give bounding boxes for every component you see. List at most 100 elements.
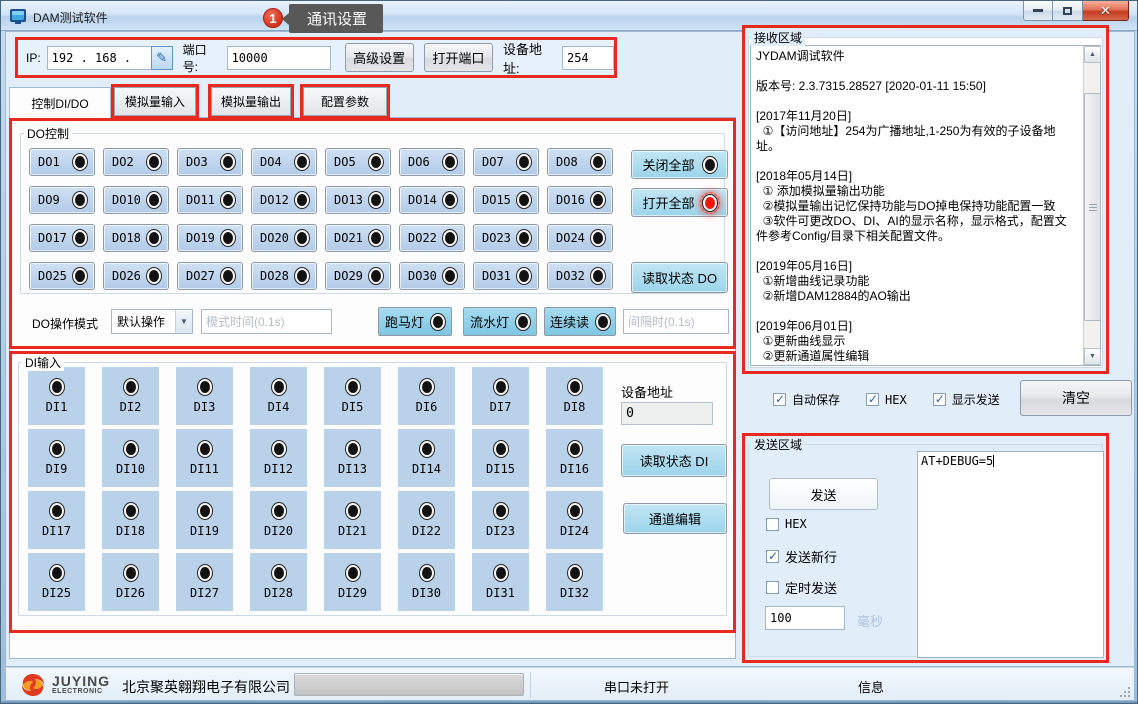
- di-channel-cell[interactable]: DI4: [250, 367, 307, 425]
- do-channel-button[interactable]: DO32: [547, 262, 613, 290]
- di-channel-cell[interactable]: DI1: [28, 367, 85, 425]
- maximize-button[interactable]: [1053, 1, 1083, 21]
- device-addr-input[interactable]: [562, 46, 614, 70]
- read-do-status-button[interactable]: 读取状态 DO: [631, 262, 728, 293]
- do-channel-button[interactable]: DO21: [325, 224, 391, 252]
- receive-log[interactable]: JYDAM调试软件 版本号: 2.3.7315.28527 [2020-01-1…: [750, 45, 1101, 366]
- do-mode-select[interactable]: 默认操作 ▼: [111, 309, 193, 334]
- di-channel-cell[interactable]: DI23: [472, 491, 529, 549]
- close-button[interactable]: ✕: [1083, 1, 1129, 21]
- di-channel-cell[interactable]: DI27: [176, 553, 233, 611]
- flow-light-button[interactable]: 流水灯: [463, 307, 537, 336]
- close-all-button[interactable]: 关闭全部: [631, 150, 728, 179]
- read-di-status-button[interactable]: 读取状态 DI: [621, 444, 727, 477]
- di-channel-cell[interactable]: DI14: [398, 429, 455, 487]
- tab-control-dido[interactable]: 控制DI/DO: [9, 87, 111, 118]
- receive-scrollbar[interactable]: ▲ ▼: [1083, 46, 1100, 365]
- do-channel-button[interactable]: DO10: [103, 186, 169, 214]
- di-channel-cell[interactable]: DI15: [472, 429, 529, 487]
- di-channel-cell[interactable]: DI26: [102, 553, 159, 611]
- do-channel-button[interactable]: DO23: [473, 224, 539, 252]
- do-channel-button[interactable]: DO6: [399, 148, 465, 176]
- do-channel-button[interactable]: DO4: [251, 148, 317, 176]
- di-channel-cell[interactable]: DI21: [324, 491, 381, 549]
- send-interval-input[interactable]: [765, 606, 845, 630]
- di-device-addr-input[interactable]: [621, 402, 713, 425]
- do-channel-button[interactable]: DO7: [473, 148, 539, 176]
- tab-config-params[interactable]: 配置参数: [303, 87, 387, 116]
- di-channel-cell[interactable]: DI11: [176, 429, 233, 487]
- di-channel-cell[interactable]: DI7: [472, 367, 529, 425]
- send-textarea[interactable]: AT+DEBUG=5: [917, 451, 1104, 658]
- do-channel-button[interactable]: DO24: [547, 224, 613, 252]
- autosave-checkbox[interactable]: 自动保存: [773, 391, 840, 408]
- di-channel-cell[interactable]: DI30: [398, 553, 455, 611]
- send-hex-checkbox[interactable]: HEX: [766, 517, 807, 531]
- interval-input[interactable]: [623, 309, 729, 334]
- do-channel-button[interactable]: DO9: [29, 186, 95, 214]
- minimize-button[interactable]: [1023, 1, 1053, 21]
- do-channel-button[interactable]: DO14: [399, 186, 465, 214]
- di-channel-cell[interactable]: DI28: [250, 553, 307, 611]
- do-channel-button[interactable]: DO19: [177, 224, 243, 252]
- channel-edit-button[interactable]: 通道编辑: [623, 503, 727, 534]
- scrollbar-down-button[interactable]: ▼: [1084, 348, 1101, 365]
- do-channel-button[interactable]: DO11: [177, 186, 243, 214]
- di-channel-cell[interactable]: DI17: [28, 491, 85, 549]
- do-channel-button[interactable]: DO1: [29, 148, 95, 176]
- recv-hex-checkbox[interactable]: HEX: [866, 393, 907, 407]
- di-channel-cell[interactable]: DI25: [28, 553, 85, 611]
- do-channel-button[interactable]: DO12: [251, 186, 317, 214]
- di-channel-cell[interactable]: DI12: [250, 429, 307, 487]
- do-channel-button[interactable]: DO29: [325, 262, 391, 290]
- di-channel-cell[interactable]: DI5: [324, 367, 381, 425]
- scrollbar-thumb[interactable]: [1084, 93, 1101, 321]
- port-input[interactable]: [227, 46, 331, 70]
- continuous-read-button[interactable]: 连续读: [544, 307, 616, 336]
- di-channel-cell[interactable]: DI8: [546, 367, 603, 425]
- send-newline-checkbox[interactable]: 发送新行: [766, 547, 837, 566]
- di-channel-cell[interactable]: DI13: [324, 429, 381, 487]
- do-channel-button[interactable]: DO16: [547, 186, 613, 214]
- do-channel-button[interactable]: DO5: [325, 148, 391, 176]
- do-channel-button[interactable]: DO8: [547, 148, 613, 176]
- do-channel-button[interactable]: DO30: [399, 262, 465, 290]
- mode-time-input[interactable]: [201, 309, 332, 334]
- di-channel-cell[interactable]: DI31: [472, 553, 529, 611]
- do-channel-button[interactable]: DO15: [473, 186, 539, 214]
- di-channel-cell[interactable]: DI20: [250, 491, 307, 549]
- do-channel-button[interactable]: DO3: [177, 148, 243, 176]
- do-channel-button[interactable]: DO31: [473, 262, 539, 290]
- tab-analog-output[interactable]: 模拟量输出: [211, 87, 291, 116]
- ip-input[interactable]: [47, 46, 151, 70]
- send-button[interactable]: 发送: [769, 478, 878, 510]
- do-channel-button[interactable]: DO20: [251, 224, 317, 252]
- resize-grip[interactable]: [1118, 685, 1130, 697]
- di-channel-cell[interactable]: DI3: [176, 367, 233, 425]
- edit-ip-button[interactable]: ✎: [151, 46, 173, 70]
- do-channel-button[interactable]: DO25: [29, 262, 95, 290]
- di-channel-cell[interactable]: DI16: [546, 429, 603, 487]
- advanced-settings-button[interactable]: 高级设置: [345, 43, 414, 72]
- do-channel-button[interactable]: DO2: [103, 148, 169, 176]
- di-channel-cell[interactable]: DI18: [102, 491, 159, 549]
- open-port-button[interactable]: 打开端口: [424, 43, 493, 72]
- di-channel-cell[interactable]: DI6: [398, 367, 455, 425]
- show-send-checkbox[interactable]: 显示发送: [933, 391, 1000, 408]
- do-channel-button[interactable]: DO26: [103, 262, 169, 290]
- di-channel-cell[interactable]: DI29: [324, 553, 381, 611]
- scrollbar-up-button[interactable]: ▲: [1084, 46, 1101, 63]
- di-channel-cell[interactable]: DI19: [176, 491, 233, 549]
- do-channel-button[interactable]: DO13: [325, 186, 391, 214]
- di-channel-cell[interactable]: DI32: [546, 553, 603, 611]
- di-channel-cell[interactable]: DI24: [546, 491, 603, 549]
- do-channel-button[interactable]: DO27: [177, 262, 243, 290]
- di-channel-cell[interactable]: DI2: [102, 367, 159, 425]
- open-all-button[interactable]: 打开全部: [631, 188, 728, 217]
- do-channel-button[interactable]: DO22: [399, 224, 465, 252]
- clear-button[interactable]: 清空: [1020, 380, 1132, 416]
- di-channel-cell[interactable]: DI22: [398, 491, 455, 549]
- do-channel-button[interactable]: DO28: [251, 262, 317, 290]
- timed-send-checkbox[interactable]: 定时发送: [766, 578, 837, 597]
- marquee-button[interactable]: 跑马灯: [378, 307, 452, 336]
